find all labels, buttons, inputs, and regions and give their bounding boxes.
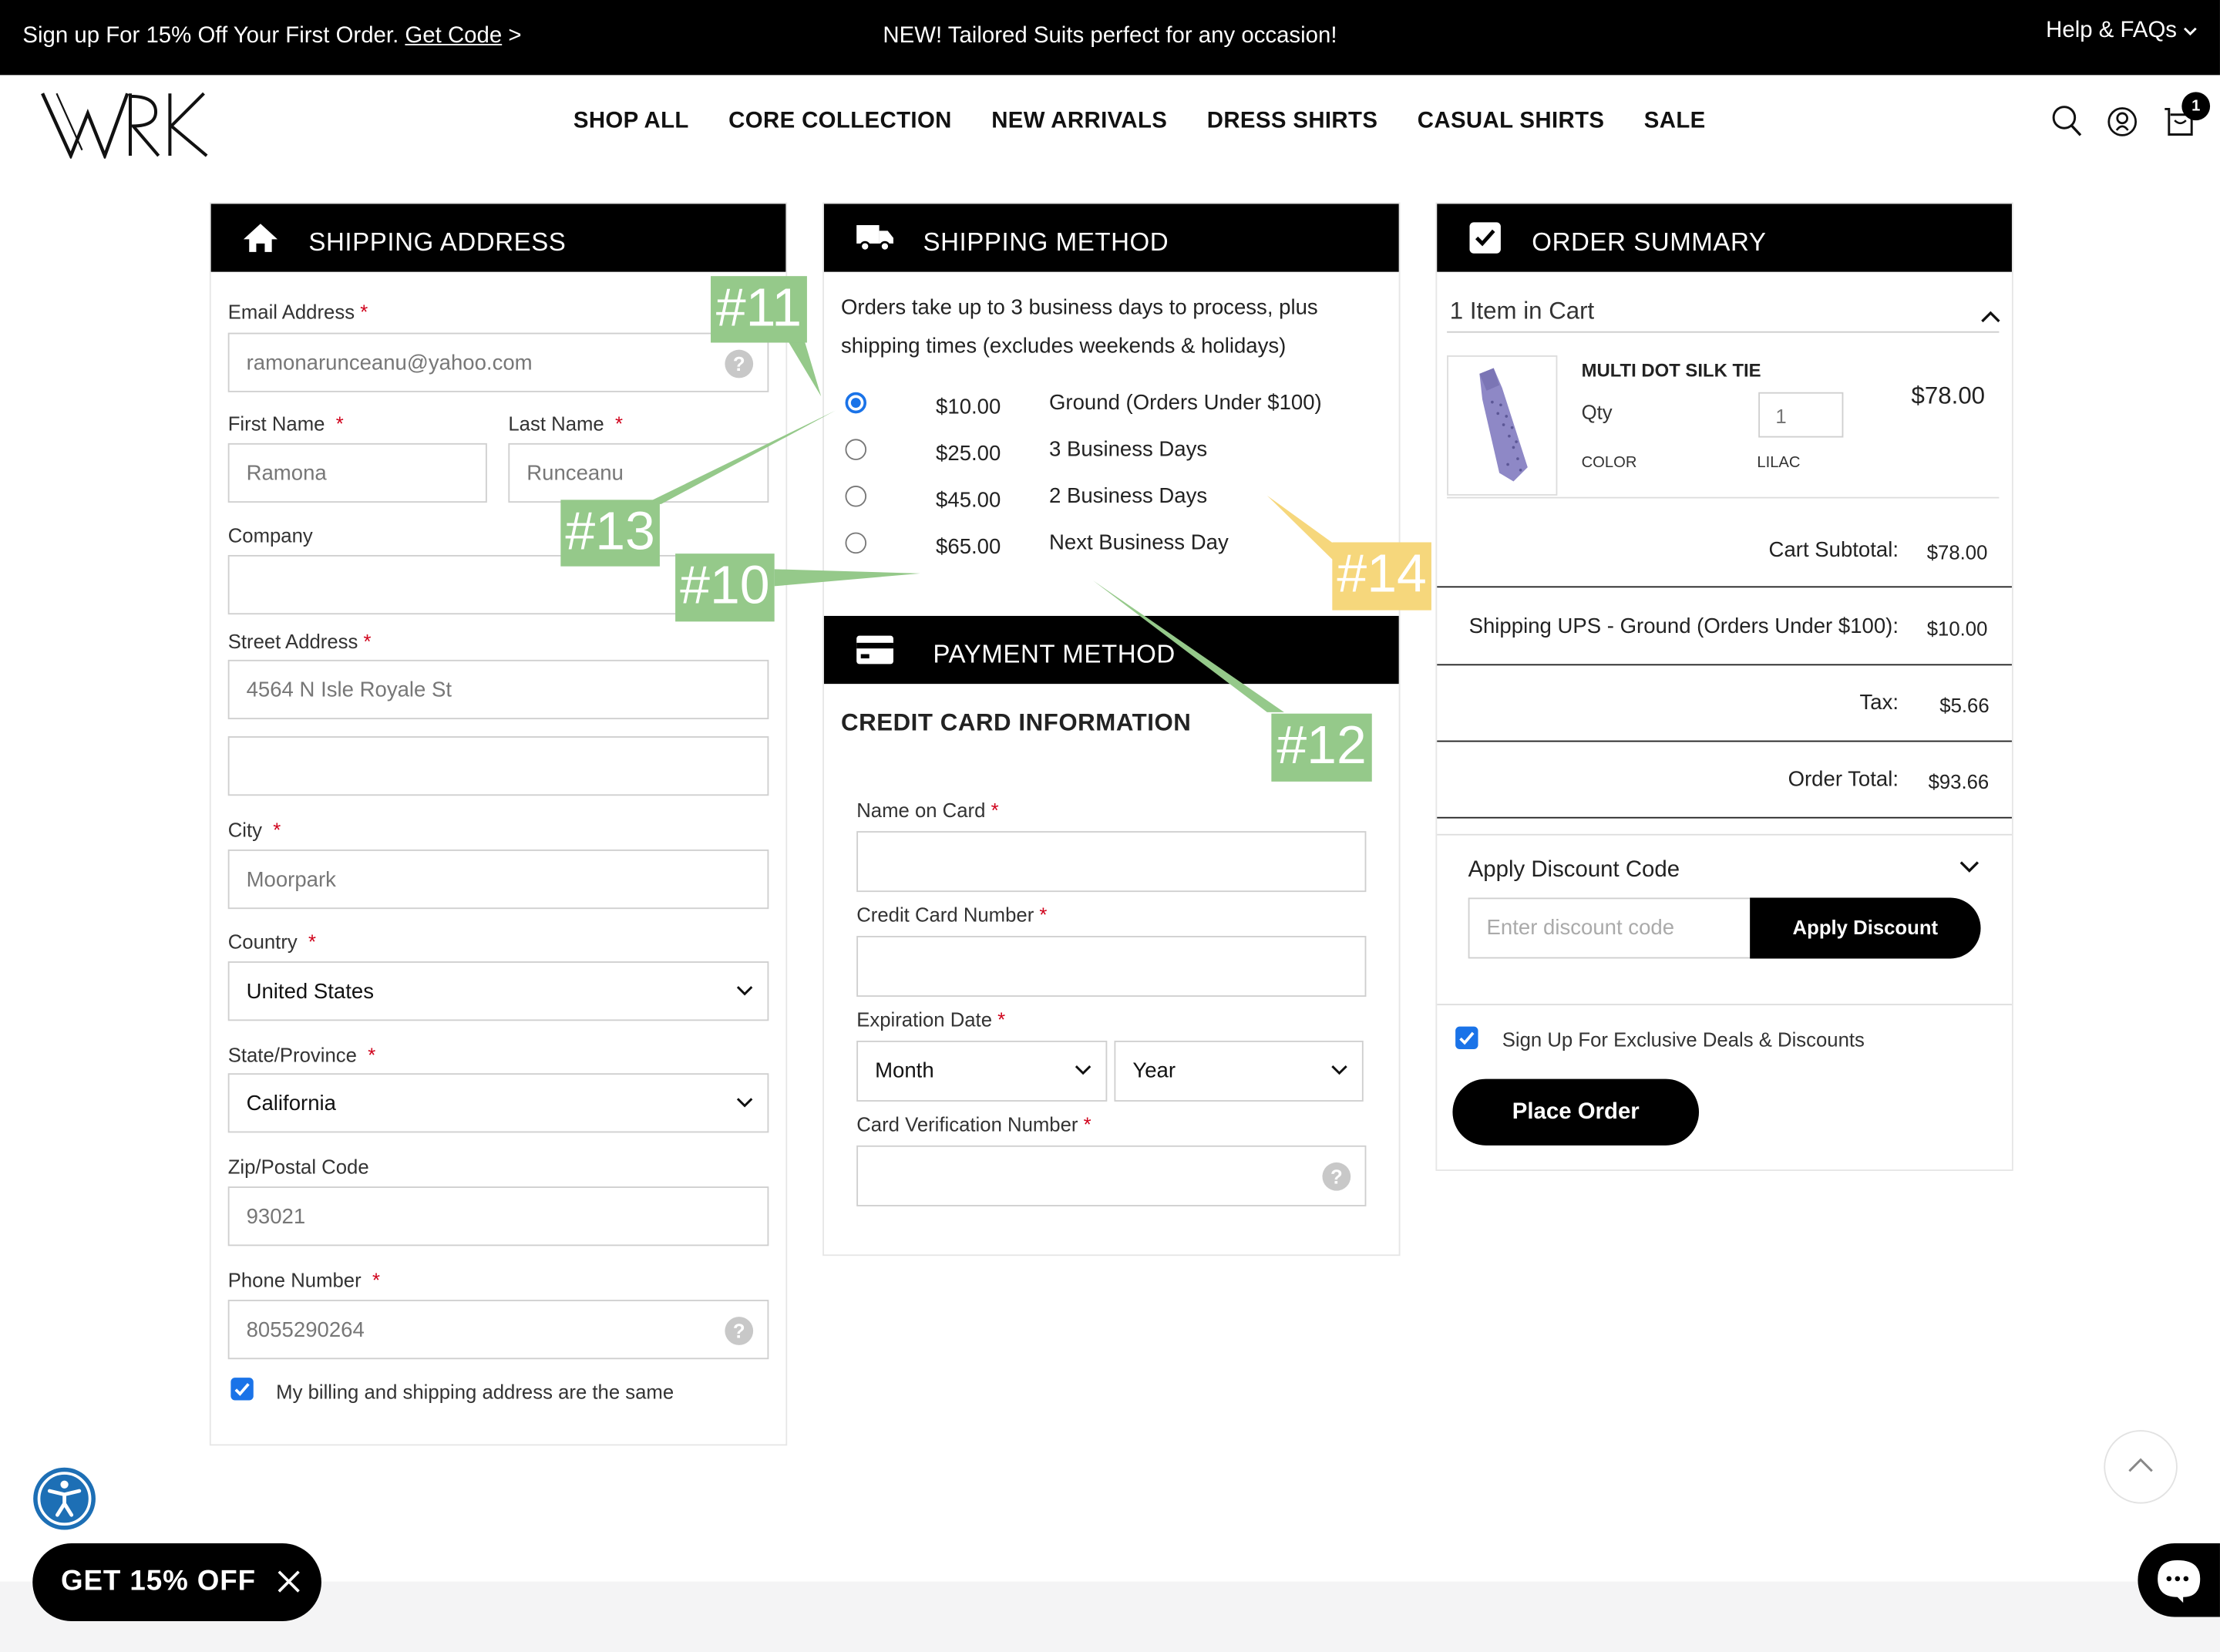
annotation-pointer-14 (1266, 495, 1334, 561)
scroll-to-top-button[interactable] (2104, 1430, 2178, 1504)
chat-button[interactable] (2138, 1543, 2220, 1617)
chat-icon (2158, 1560, 2201, 1603)
annotation-tag-14: #14 (1332, 542, 1431, 611)
annotation-pointer-13 (644, 410, 836, 504)
chevron-up-icon (2128, 1458, 2153, 1472)
annotation-leader-lines (644, 339, 1334, 712)
annotation-pointer-10 (774, 569, 920, 587)
close-icon[interactable] (276, 1569, 301, 1594)
promo-pill-label: GET 15% OFF (60, 1566, 256, 1597)
annotation-tag-10: #10 (675, 553, 775, 622)
accessibility-icon[interactable] (32, 1467, 96, 1531)
annotation-pointer-11 (787, 339, 822, 397)
footer-band (0, 1581, 2220, 1652)
annotation-tag-13: #13 (560, 500, 660, 567)
promo-pill[interactable]: GET 15% OFF (32, 1543, 321, 1622)
annotation-tag-12: #12 (1271, 713, 1372, 782)
annotation-tag-11: #11 (711, 276, 807, 343)
annotation-pointer-12 (1092, 580, 1284, 712)
